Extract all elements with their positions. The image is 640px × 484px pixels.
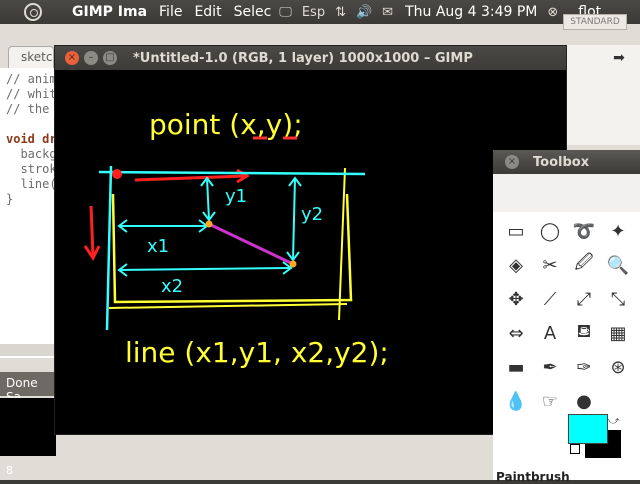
color-picker-icon[interactable]: 🖉	[567, 248, 601, 282]
origin-point	[112, 169, 122, 179]
toolbox-titlebar[interactable]: × Toolbox	[493, 150, 640, 174]
active-tool-label: Paintbrush	[496, 470, 570, 484]
eraser-icon[interactable]: ▬	[499, 350, 533, 384]
close-session-icon[interactable]: ⊗	[547, 5, 558, 20]
line-start-point	[205, 220, 213, 228]
move-icon[interactable]: ✥	[499, 282, 533, 316]
zoom-icon[interactable]: 🔍	[601, 248, 635, 282]
line-segment	[208, 222, 294, 266]
code-line: strok	[6, 162, 57, 176]
menu-file[interactable]: File	[159, 4, 182, 20]
gimp-image-window: × – □ *Untitled-1.0 (RGB, 1 layer) 1000x…	[54, 45, 567, 435]
scale-icon[interactable]: ⤡	[601, 282, 635, 316]
y2-arrow	[292, 177, 296, 261]
ubuntu-logo-icon[interactable]	[24, 3, 42, 21]
reset-colors-icon[interactable]	[570, 444, 580, 454]
blend-icon[interactable]: ▦	[601, 316, 635, 350]
editor-tab[interactable]: sketc	[8, 46, 54, 68]
network-icon[interactable]: ⇅	[335, 5, 346, 20]
maximize-icon[interactable]: □	[103, 51, 117, 65]
smudge-icon[interactable]: ☞	[533, 384, 567, 418]
system-tray: 🖵 Esp ⇅ 🔊 ✉ Thu Aug 4 3:49 PM ⊗ flot	[279, 4, 601, 20]
menu-edit[interactable]: Edit	[194, 4, 221, 20]
editor-line-number: 8	[6, 464, 13, 477]
app-name: GIMP Ima	[72, 4, 148, 20]
ink-icon[interactable]: ✑	[567, 350, 601, 384]
y1-label: y1	[225, 186, 247, 207]
code-line: // whit	[6, 87, 57, 101]
top-axis	[98, 170, 366, 176]
bucket-fill-icon[interactable]: ⛾	[567, 316, 601, 350]
left-axis	[105, 165, 113, 331]
code-line: line(	[6, 177, 57, 191]
top-panel: GIMP Ima File Edit Selec 🖵 Esp ⇅ 🔊 ✉ Thu…	[0, 0, 640, 24]
gimp-titlebar[interactable]: × – □ *Untitled-1.0 (RGB, 1 layer) 1000x…	[55, 46, 566, 70]
y2-label: y2	[301, 204, 323, 225]
foreground-color-swatch[interactable]	[568, 414, 608, 444]
flip-icon[interactable]: ⇔	[499, 316, 533, 350]
clone-icon[interactable]: ⊛	[601, 350, 635, 384]
clock[interactable]: Thu Aug 4 3:49 PM	[405, 4, 537, 20]
mail-icon[interactable]: ✉	[382, 5, 393, 20]
transform-icon[interactable]: ⤢	[567, 282, 601, 316]
x2-arrow	[118, 267, 292, 271]
lasso-icon[interactable]: ➰	[567, 214, 601, 248]
canvas-outline-right	[338, 167, 346, 321]
code-line: // anim	[6, 72, 57, 86]
ellipse-select-icon[interactable]: ◯	[533, 214, 567, 248]
canvas-outline-bottom	[108, 303, 348, 309]
select-by-color-icon[interactable]: ◈	[499, 248, 533, 282]
rect-select-icon[interactable]: ▭	[499, 214, 533, 248]
close-icon[interactable]: ×	[505, 155, 519, 169]
y1-arrow	[206, 177, 210, 221]
volume-icon[interactable]: 🔊	[356, 5, 372, 20]
x2-label: x2	[161, 276, 183, 297]
x-axis-arrow	[134, 174, 246, 182]
wilber-drop-area	[493, 174, 640, 212]
editor-code[interactable]: // anim // whit // the void dr backg str…	[0, 68, 57, 358]
code-line: backg	[6, 147, 57, 161]
display-icon[interactable]: 🖵	[279, 5, 292, 20]
editor-status: Done Sa	[0, 372, 56, 404]
gimp-toolbox: × Toolbox ▭ ◯ ➰ ✦ ◈ ✂ 🖉 🔍 ✥ ⟋ ⤢ ⤡ ⇔ A ⛾ ▦ ▬ ✒ ✑ ⊛ 💧 ☞ ● ⤻ Pain…	[493, 150, 640, 484]
code-line: void dr	[6, 132, 57, 146]
minimize-icon[interactable]: –	[84, 51, 98, 65]
editor-horizontal-scrollbar[interactable]	[0, 344, 56, 356]
fuzzy-select-icon[interactable]: ✦	[601, 214, 635, 248]
tool-grid: ▭ ◯ ➰ ✦ ◈ ✂ 🖉 🔍 ✥ ⟋ ⤢ ⤡ ⇔ A ⛾ ▦ ▬ ✒ ✑ ⊛ 💧 ☞ ●	[499, 214, 640, 418]
dodge-icon[interactable]: ●	[567, 384, 601, 418]
menu-select[interactable]: Selec	[234, 4, 272, 20]
mode-standard-button[interactable]: STANDARD	[563, 14, 627, 30]
blur-icon[interactable]: 💧	[499, 384, 533, 418]
knife-icon[interactable]: ⟋	[533, 282, 567, 316]
y-axis-arrow	[89, 205, 95, 257]
gimp-canvas[interactable]: point (x,y); x1 x2 y1 y2 line (x1,y1, x2…	[55, 70, 566, 434]
text-icon[interactable]: A	[533, 316, 567, 350]
editor-console[interactable]	[0, 398, 56, 456]
line-end-point	[289, 260, 297, 268]
swap-colors-icon[interactable]: ⤻	[608, 414, 620, 428]
pencil-icon[interactable]: ✒	[533, 350, 567, 384]
keyboard-layout[interactable]: Esp	[302, 5, 325, 20]
toolbox-title: Toolbox	[533, 154, 590, 170]
gimp-window-title: *Untitled-1.0 (RGB, 1 layer) 1000x1000 –…	[133, 50, 473, 66]
scissors-icon[interactable]: ✂	[533, 248, 567, 282]
tab-arrow-icon[interactable]: ➡	[608, 50, 630, 68]
code-line: // the	[6, 102, 50, 116]
x1-label: x1	[147, 236, 169, 257]
line-label: line (x1,y1, x2,y2);	[125, 336, 389, 369]
close-icon[interactable]: ×	[65, 51, 79, 65]
code-line: }	[6, 192, 14, 206]
point-label: point (x,y);	[149, 108, 303, 141]
